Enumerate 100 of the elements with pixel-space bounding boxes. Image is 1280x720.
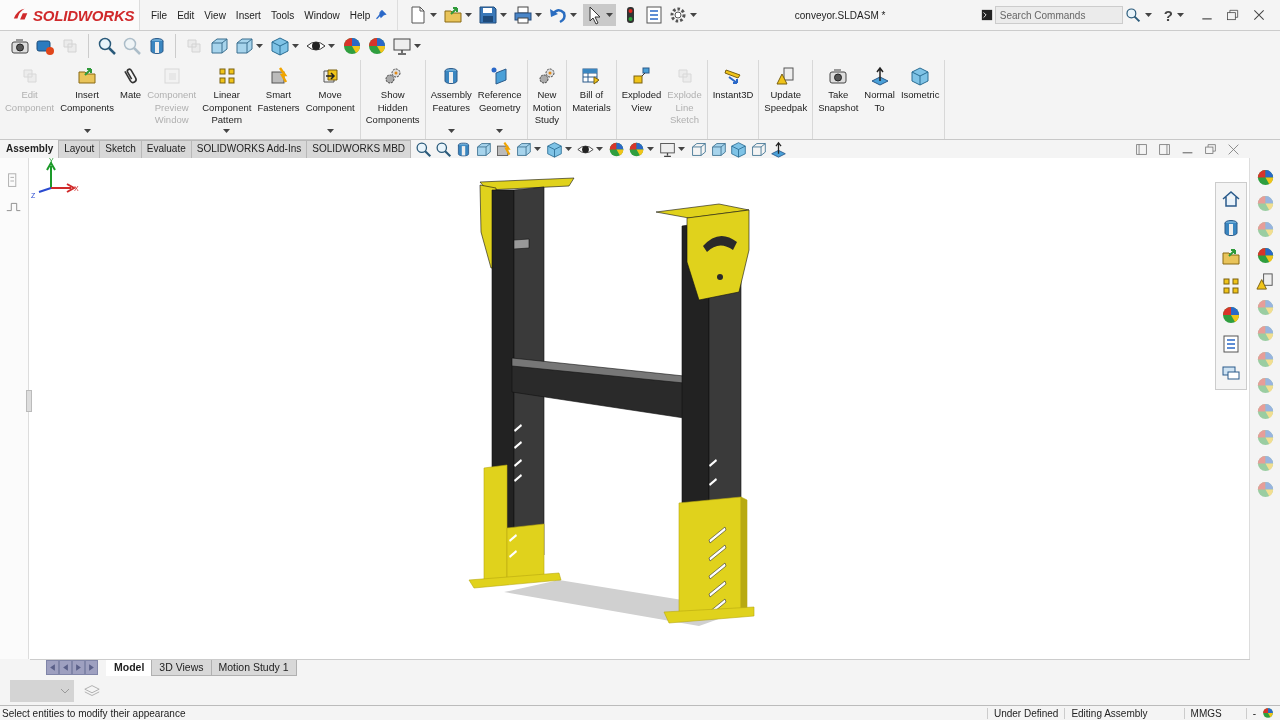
ribbon-command[interactable]: Update Speedpak (764, 89, 808, 114)
ribbon-command[interactable]: Exploded View (621, 89, 662, 114)
save-icon[interactable] (478, 5, 499, 25)
warning-icon[interactable] (775, 66, 796, 86)
ribbon-command[interactable]: Normal To (864, 89, 895, 114)
chat-icon[interactable] (1221, 363, 1241, 383)
model-tab[interactable]: 3D Views (151, 660, 212, 676)
model-tab[interactable]: Motion Study 1 (210, 660, 297, 676)
gears-icon[interactable] (382, 66, 403, 86)
restore-icon[interactable] (1204, 142, 1217, 156)
scene-icon[interactable] (628, 140, 645, 158)
caret-icon[interactable] (465, 13, 473, 17)
ribbon-command[interactable]: Bill of Materials (572, 89, 611, 114)
caret-icon[interactable] (326, 129, 334, 133)
caret-icon[interactable] (496, 129, 504, 133)
caret-icon[interactable] (535, 13, 543, 17)
menu-item[interactable]: View (199, 9, 231, 21)
caret-icon[interactable] (534, 147, 541, 151)
pin-icon[interactable] (375, 9, 388, 21)
display-style-icon[interactable] (270, 35, 290, 56)
caret-icon[interactable] (678, 147, 685, 151)
display-style-icon[interactable] (546, 140, 563, 158)
menu-item[interactable]: Tools (265, 9, 300, 21)
plane-icon[interactable] (489, 66, 510, 86)
appearance-icon[interactable] (608, 140, 625, 158)
command-tab[interactable]: SOLIDWORKS Add-Ins (190, 140, 308, 158)
command-tab[interactable]: SOLIDWORKS MBD (306, 140, 412, 158)
caret-icon[interactable] (292, 43, 299, 48)
exploded-icon[interactable] (631, 66, 652, 86)
caret-icon[interactable] (1144, 13, 1152, 17)
monitor-icon[interactable] (659, 140, 676, 158)
last-tab-icon[interactable] (85, 660, 98, 675)
next-tab-icon[interactable] (72, 660, 85, 675)
caret-icon[interactable] (1177, 13, 1184, 17)
ribbon-command[interactable]: Insert Components (60, 89, 114, 114)
caret-icon[interactable] (647, 147, 654, 151)
shaded-cube-icon[interactable] (710, 140, 727, 158)
home-icon[interactable] (1221, 189, 1241, 209)
pattern-grid-icon[interactable] (216, 66, 237, 86)
caret-icon[interactable] (606, 13, 614, 17)
panel-handle[interactable] (26, 390, 32, 412)
left-panel-icon[interactable] (1135, 142, 1148, 156)
close-icon[interactable] (1252, 8, 1266, 22)
dropdown-field[interactable] (10, 680, 74, 702)
appearance-icon[interactable] (342, 35, 362, 56)
ribbon-command[interactable]: Assembly Features (430, 89, 472, 114)
ribbon-command[interactable]: Move Component (305, 89, 355, 114)
caret-icon[interactable] (500, 13, 508, 17)
caret-icon[interactable] (430, 13, 438, 17)
command-tab[interactable]: Evaluate (140, 140, 192, 158)
appearance-icon[interactable] (1255, 168, 1275, 187)
search-field[interactable]: Search Commands (994, 6, 1123, 24)
caret-icon[interactable] (690, 13, 698, 17)
terminal-icon[interactable] (980, 9, 993, 21)
caret-icon[interactable] (256, 43, 263, 48)
ribbon-command[interactable]: Linear Component Pattern (202, 89, 252, 127)
caret-icon[interactable] (223, 129, 231, 133)
menu-item[interactable]: Edit (172, 9, 200, 21)
appearance-icon[interactable] (1221, 305, 1241, 325)
folder-icon[interactable] (1221, 247, 1241, 267)
scene-icon[interactable] (367, 35, 387, 56)
caret-icon[interactable] (565, 147, 572, 151)
menu-item[interactable]: Window (299, 9, 345, 21)
caret-icon[interactable] (570, 13, 578, 17)
camera-icon[interactable] (828, 66, 849, 86)
ribbon-command[interactable]: Reference Geometry (477, 89, 522, 114)
caret-icon[interactable] (447, 129, 455, 133)
zoom-area-icon[interactable] (435, 140, 452, 158)
search-icon[interactable] (1124, 7, 1141, 23)
table-icon[interactable] (581, 66, 602, 86)
gears-icon[interactable] (536, 66, 557, 86)
ribbon-command[interactable]: Take Snapshot (818, 89, 859, 114)
ruler-icon[interactable] (723, 66, 743, 86)
appearance-icon[interactable] (1262, 707, 1274, 719)
cube-icon[interactable] (730, 140, 747, 158)
insert-components-icon[interactable] (77, 66, 98, 86)
ribbon-command[interactable]: Isometric (900, 89, 940, 102)
ribbon-command[interactable]: Mate (120, 89, 142, 102)
menu-item[interactable]: Insert (230, 9, 266, 21)
command-tab[interactable]: Sketch (99, 140, 142, 158)
list-icon[interactable] (1221, 334, 1241, 354)
right-panel-icon[interactable] (1158, 142, 1171, 156)
caret-icon[interactable] (83, 129, 91, 133)
print-icon[interactable] (513, 5, 534, 25)
cube-icon[interactable] (910, 66, 931, 86)
ribbon-command[interactable]: Instant3D (712, 89, 754, 102)
ribbon-command[interactable]: Show Hidden Components (365, 89, 420, 127)
appearance-icon[interactable] (1255, 246, 1275, 265)
command-tab[interactable]: Layout (58, 140, 101, 158)
conveyor-stand-drawing[interactable] (468, 177, 755, 626)
normal-to-icon[interactable] (770, 140, 787, 158)
menu-item[interactable]: Help (344, 9, 376, 21)
previous-tab-icon[interactable] (59, 660, 72, 675)
monitor-icon[interactable] (392, 35, 412, 56)
ribbon-command[interactable]: New Motion Study (532, 89, 562, 127)
caret-icon[interactable] (414, 43, 421, 48)
ribbon-command[interactable]: Smart Fasteners (257, 89, 300, 114)
move-component-icon[interactable] (320, 66, 341, 86)
wireframe-cube-icon[interactable] (690, 140, 707, 158)
restore-icon[interactable] (1226, 8, 1240, 22)
